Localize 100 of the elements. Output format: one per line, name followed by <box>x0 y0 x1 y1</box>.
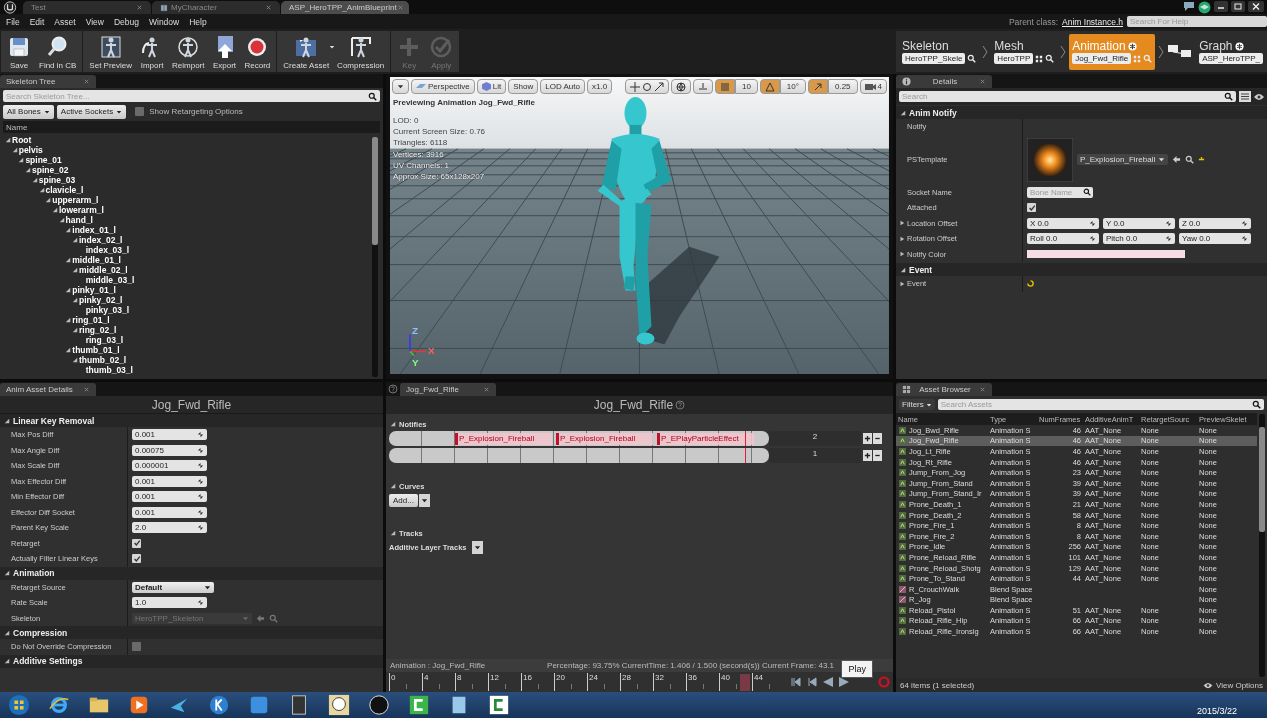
bone-item[interactable]: middle_02_l <box>79 265 128 275</box>
add-track-button[interactable] <box>863 450 872 461</box>
viewport-button[interactable]: Show <box>508 79 539 94</box>
bone-item[interactable]: upperarm_l <box>52 195 99 205</box>
expander-arrow-icon[interactable] <box>5 137 11 143</box>
expander-arrow-icon[interactable] <box>899 235 905 242</box>
toolbar-button[interactable]: Create Asset <box>279 31 334 72</box>
vector-component-field[interactable]: Yaw 0.0 <box>1179 233 1251 245</box>
bone-item[interactable]: spine_03 <box>38 175 76 185</box>
checkbox[interactable] <box>135 107 145 116</box>
expander-arrow-icon[interactable] <box>65 287 72 293</box>
toolbar-button[interactable]: Reimport <box>168 31 209 72</box>
bone-item[interactable]: thumb_01_l <box>72 345 120 355</box>
bone-item[interactable]: ring_03_l <box>85 335 123 345</box>
menu-item[interactable]: Help <box>184 16 212 27</box>
expander-arrow-icon[interactable] <box>899 251 905 258</box>
dropdown-button[interactable] <box>471 541 483 554</box>
notify-marker[interactable]: P_Explosion_Fireball <box>455 432 552 445</box>
bone-item[interactable]: spine_01 <box>25 155 62 165</box>
snap-value[interactable]: 0.25 <box>827 79 858 94</box>
expander-arrow-icon[interactable] <box>390 483 396 489</box>
dropdown[interactable]: Default <box>132 581 214 593</box>
vector-component-field[interactable]: Z 0.0 <box>1179 217 1251 229</box>
panel-tab[interactable]: Anim Asset Details <box>0 383 96 396</box>
bone-item[interactable]: clavicle_l <box>45 185 84 195</box>
bone-item[interactable]: ring_02_l <box>79 325 117 335</box>
expander-arrow-icon[interactable] <box>72 327 78 333</box>
expander-arrow-icon[interactable] <box>25 167 32 173</box>
filter-dropdown[interactable]: Active Sockets <box>56 104 127 119</box>
bone-item[interactable]: hand_l <box>65 215 93 225</box>
menu-item[interactable]: Window <box>143 16 185 27</box>
window-tab[interactable]: Test <box>23 1 151 14</box>
asset-field[interactable]: HeroTPP <box>994 53 1034 64</box>
toolbar-button[interactable]: Compression <box>333 31 389 72</box>
k-circle-icon[interactable] <box>208 694 230 716</box>
expander-arrow-icon[interactable] <box>65 227 72 233</box>
panel-tab[interactable]: Asset Browser <box>896 383 992 396</box>
number-field[interactable]: 0.001 <box>132 491 207 503</box>
expander-arrow-icon[interactable] <box>4 629 10 636</box>
mode-tab[interactable]: Graph ASP_HeroTPP_ <box>1196 33 1266 70</box>
bone-item[interactable]: index_03_l <box>85 245 130 255</box>
c-letter-icon[interactable] <box>408 694 430 716</box>
menu-item[interactable]: Edit <box>24 16 50 27</box>
arrow-left-icon[interactable] <box>1172 155 1182 164</box>
eye-icon[interactable] <box>1254 92 1264 101</box>
help-icon[interactable] <box>675 400 686 410</box>
checkbox[interactable] <box>1027 203 1036 213</box>
number-field[interactable]: 0.001 <box>132 475 207 487</box>
expander-arrow-icon[interactable] <box>390 421 396 427</box>
search-field[interactable]: Search Assets <box>937 399 1264 410</box>
playhead-handle[interactable] <box>740 674 751 691</box>
app-square-icon[interactable] <box>248 694 270 716</box>
play-icon[interactable] <box>838 676 850 688</box>
panel-tab[interactable]: Skeleton Tree <box>0 75 96 88</box>
scrollbar[interactable] <box>1259 414 1265 677</box>
play-reverse-icon[interactable] <box>822 676 834 688</box>
parent-class-link[interactable]: Anim Instance.h <box>1062 16 1123 27</box>
camera-speed-button[interactable]: 4 <box>859 79 887 94</box>
expander-arrow-icon[interactable] <box>4 658 10 664</box>
close-icon[interactable] <box>1248 1 1264 12</box>
bone-item[interactable]: lowerarm_l <box>58 205 104 215</box>
vector-component-field[interactable]: Roll 0.0 <box>1027 233 1099 245</box>
reset-icon[interactable] <box>1198 156 1206 163</box>
number-field[interactable]: 0.001 <box>132 506 207 518</box>
remove-track-button[interactable] <box>873 433 882 444</box>
checkbox[interactable] <box>132 538 141 548</box>
checkbox[interactable] <box>132 554 141 564</box>
toolbar-button[interactable]: Set Preview <box>85 31 137 72</box>
toolbar-button[interactable]: Record <box>240 31 275 72</box>
mode-tab[interactable]: Animation Jog_Fwd_Rifle <box>1069 33 1156 70</box>
menu-item[interactable]: File <box>1 16 25 27</box>
socket-name-field[interactable]: Bone Name <box>1027 186 1093 198</box>
view-options-button[interactable]: View Options <box>1203 680 1263 690</box>
scrollbar[interactable] <box>372 137 378 377</box>
mode-tab[interactable]: Skeleton HeroTPP_Skele <box>899 33 980 70</box>
expander-arrow-icon[interactable] <box>65 257 72 263</box>
menu-item[interactable]: Asset <box>49 16 81 27</box>
minimize-icon[interactable] <box>1214 1 1228 12</box>
expander-arrow-icon[interactable] <box>72 237 78 243</box>
expander-arrow-icon[interactable] <box>72 267 78 273</box>
bone-item[interactable]: thumb_03_l <box>85 365 133 375</box>
expander-arrow-icon[interactable] <box>899 220 905 227</box>
bone-item[interactable]: index_01_l <box>72 225 116 235</box>
number-field[interactable]: 0.00075 <box>132 444 207 456</box>
vector-component-field[interactable]: Y 0.0 <box>1103 217 1175 229</box>
toolbar-button[interactable]: Export <box>208 31 241 72</box>
asset-field[interactable]: HeroTPP_Skele <box>902 53 966 64</box>
viewport-button[interactable]: Perspective <box>411 79 475 94</box>
menu-item[interactable]: Debug <box>108 16 144 27</box>
search-icon[interactable] <box>1224 92 1233 101</box>
toolbar-button[interactable]: Find in CB <box>35 31 81 72</box>
filter-dropdown[interactable]: All Bones <box>3 104 54 119</box>
c-letter-icon[interactable] <box>488 694 510 716</box>
search-icon[interactable] <box>1185 155 1195 164</box>
add-track-button[interactable] <box>863 433 872 444</box>
window-tab[interactable]: MyCharacter <box>152 1 280 14</box>
vector-component-field[interactable]: X 0.0 <box>1027 217 1099 229</box>
browser-ring-icon[interactable] <box>48 694 70 716</box>
toolbar-button[interactable]: Import <box>136 31 169 72</box>
expander-arrow-icon[interactable] <box>38 187 45 193</box>
